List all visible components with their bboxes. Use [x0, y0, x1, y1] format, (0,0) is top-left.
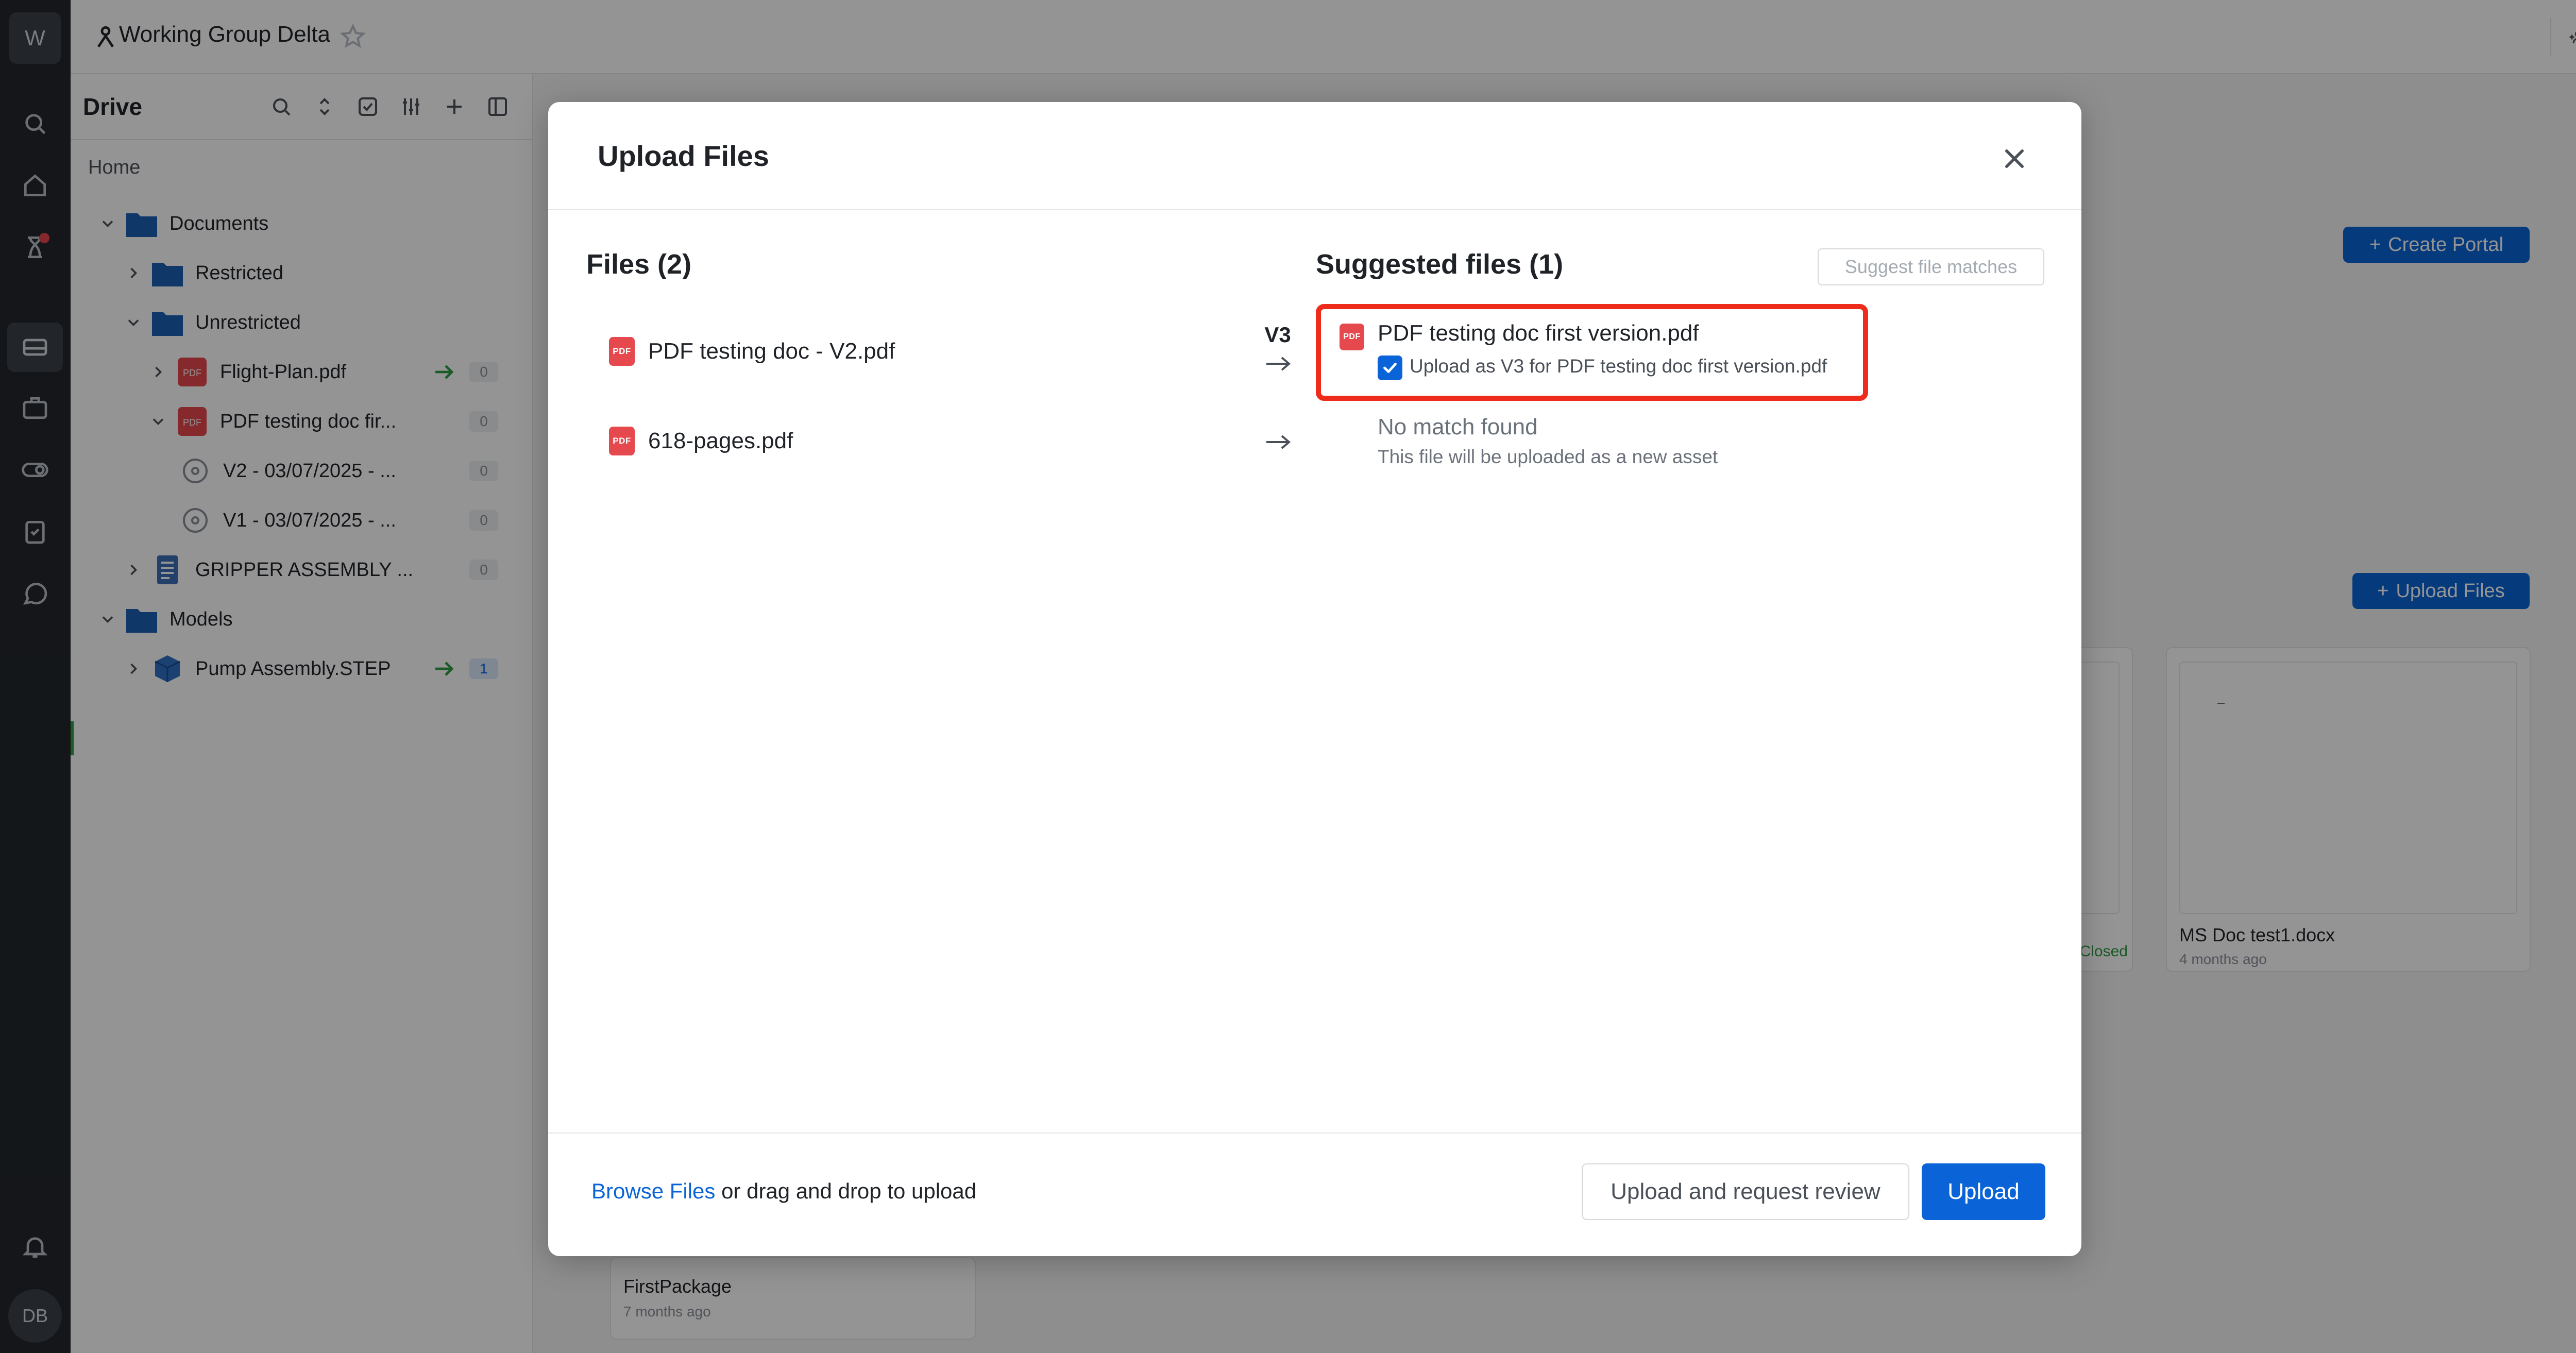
pdf-icon: PDF	[1340, 324, 1364, 350]
file-row: PDF PDF testing doc - V2.pdf	[609, 337, 895, 366]
upload-and-request-review-button[interactable]: Upload and request review	[1582, 1163, 1909, 1220]
no-match-subtitle: This file will be uploaded as a new asse…	[1378, 446, 1718, 467]
modal-title: Upload Files	[598, 140, 769, 172]
pdf-icon: PDF	[609, 427, 635, 455]
dropzone-text: Browse Files or drag and drop to upload	[591, 1179, 976, 1204]
browse-files-link[interactable]: Browse Files	[591, 1179, 715, 1203]
close-icon[interactable]	[1999, 143, 2030, 174]
files-heading: Files (2)	[586, 249, 692, 280]
upload-button[interactable]: Upload	[1922, 1163, 2045, 1220]
matched-file-name: PDF testing doc first version.pdf	[1378, 320, 1699, 346]
file-name: 618-pages.pdf	[648, 428, 793, 453]
checkbox-label[interactable]: Upload as V3 for PDF testing doc first v…	[1410, 356, 1827, 377]
suggested-heading: Suggested files (1)	[1316, 249, 1564, 280]
no-match-title: No match found	[1378, 414, 1538, 439]
arrow-right-icon	[1266, 435, 1291, 449]
highlighted-match	[1316, 304, 1868, 401]
file-row: PDF 618-pages.pdf	[609, 427, 793, 455]
upload-as-version-checkbox[interactable]	[1378, 356, 1402, 380]
divider	[548, 1132, 2081, 1134]
pdf-icon: PDF	[609, 337, 635, 366]
suggest-file-matches-button[interactable]: Suggest file matches	[1818, 248, 2044, 285]
version-label: V3	[1264, 323, 1291, 347]
file-name: PDF testing doc - V2.pdf	[648, 339, 895, 364]
arrow-right-icon	[1266, 357, 1291, 371]
drag-drop-text: or drag and drop to upload	[715, 1179, 977, 1203]
divider	[548, 209, 2081, 210]
upload-files-modal: Upload Files Files (2) Suggested files (…	[548, 102, 2081, 1256]
check-icon	[1383, 363, 1397, 373]
